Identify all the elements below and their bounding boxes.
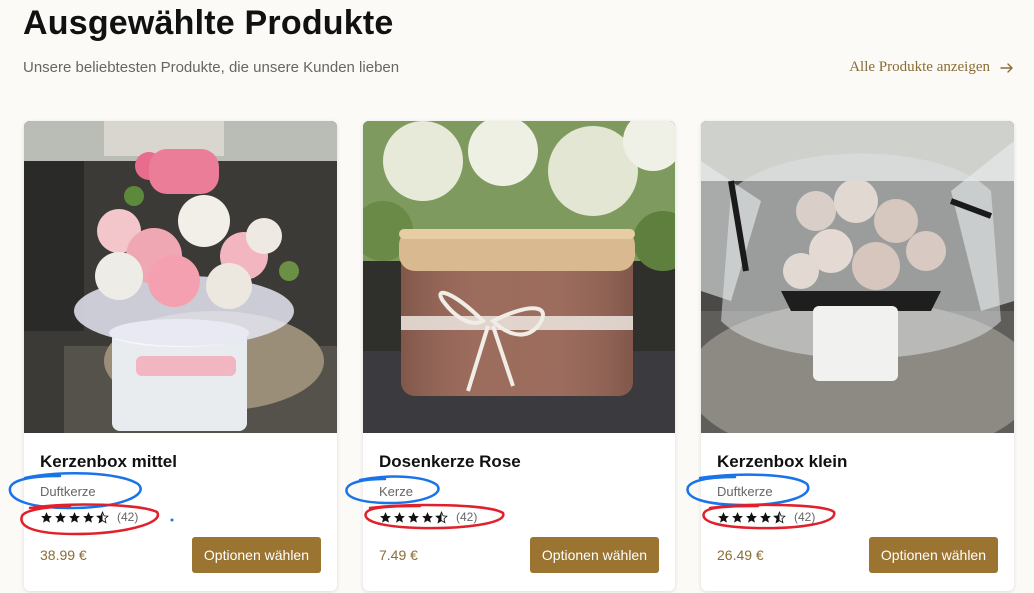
star-full-icon	[760, 511, 771, 523]
product-rating: (42)	[379, 510, 477, 524]
product-category: Duftkerze	[40, 484, 96, 499]
star-full-icon	[55, 511, 66, 523]
star-full-icon	[422, 511, 433, 523]
product-name[interactable]: Kerzenbox mittel	[40, 452, 177, 472]
star-half-icon	[435, 510, 448, 523]
product-card[interactable]: Kerzenbox mittel Duftkerze (42) 38.99 € …	[24, 121, 337, 591]
star-full-icon	[746, 511, 757, 523]
star-half-icon	[96, 510, 109, 523]
choose-options-button[interactable]: Optionen wählen	[191, 537, 321, 573]
product-card[interactable]: Dosenkerze Rose Kerze (42) 7.49 € Option…	[363, 121, 675, 591]
rating-stars	[40, 510, 109, 524]
star-full-icon	[41, 511, 52, 523]
choose-options-button[interactable]: Optionen wählen	[868, 537, 998, 573]
star-full-icon	[408, 511, 419, 523]
product-price: 7.49 €	[379, 547, 418, 563]
product-name[interactable]: Kerzenbox klein	[717, 452, 847, 472]
all-products-link[interactable]: Alle Produkte anzeigen	[849, 59, 1014, 76]
rating-stars	[717, 510, 786, 524]
star-half-icon	[773, 510, 786, 523]
product-price: 26.49 €	[717, 547, 764, 563]
review-count: (42)	[794, 510, 816, 524]
star-full-icon	[69, 511, 80, 523]
arrow-right-icon	[1000, 62, 1013, 73]
star-full-icon	[83, 511, 94, 523]
product-rating: (42)	[40, 510, 138, 524]
review-count: (42)	[117, 510, 139, 524]
star-full-icon	[718, 511, 729, 523]
section-subtitle: Unsere beliebtesten Produkte, die unsere…	[23, 59, 400, 76]
product-category: Kerze	[379, 484, 413, 499]
product-rating: (42)	[717, 510, 815, 524]
product-card[interactable]: Kerzenbox klein Duftkerze (42) 26.49 € O…	[701, 121, 1014, 591]
all-products-link-label: Alle Produkte anzeigen	[849, 59, 990, 75]
product-image[interactable]	[701, 121, 1014, 433]
star-full-icon	[380, 511, 391, 523]
choose-options-button[interactable]: Optionen wählen	[529, 537, 659, 573]
review-count: (42)	[456, 510, 478, 524]
product-category: Duftkerze	[717, 484, 773, 499]
section-title: Ausgewählte Produkte	[23, 4, 394, 42]
product-image[interactable]	[24, 121, 337, 433]
product-price: 38.99 €	[40, 547, 87, 563]
rating-stars	[379, 510, 448, 524]
product-image[interactable]	[363, 121, 675, 433]
star-full-icon	[732, 511, 743, 523]
product-name[interactable]: Dosenkerze Rose	[379, 452, 521, 472]
star-full-icon	[394, 511, 405, 523]
